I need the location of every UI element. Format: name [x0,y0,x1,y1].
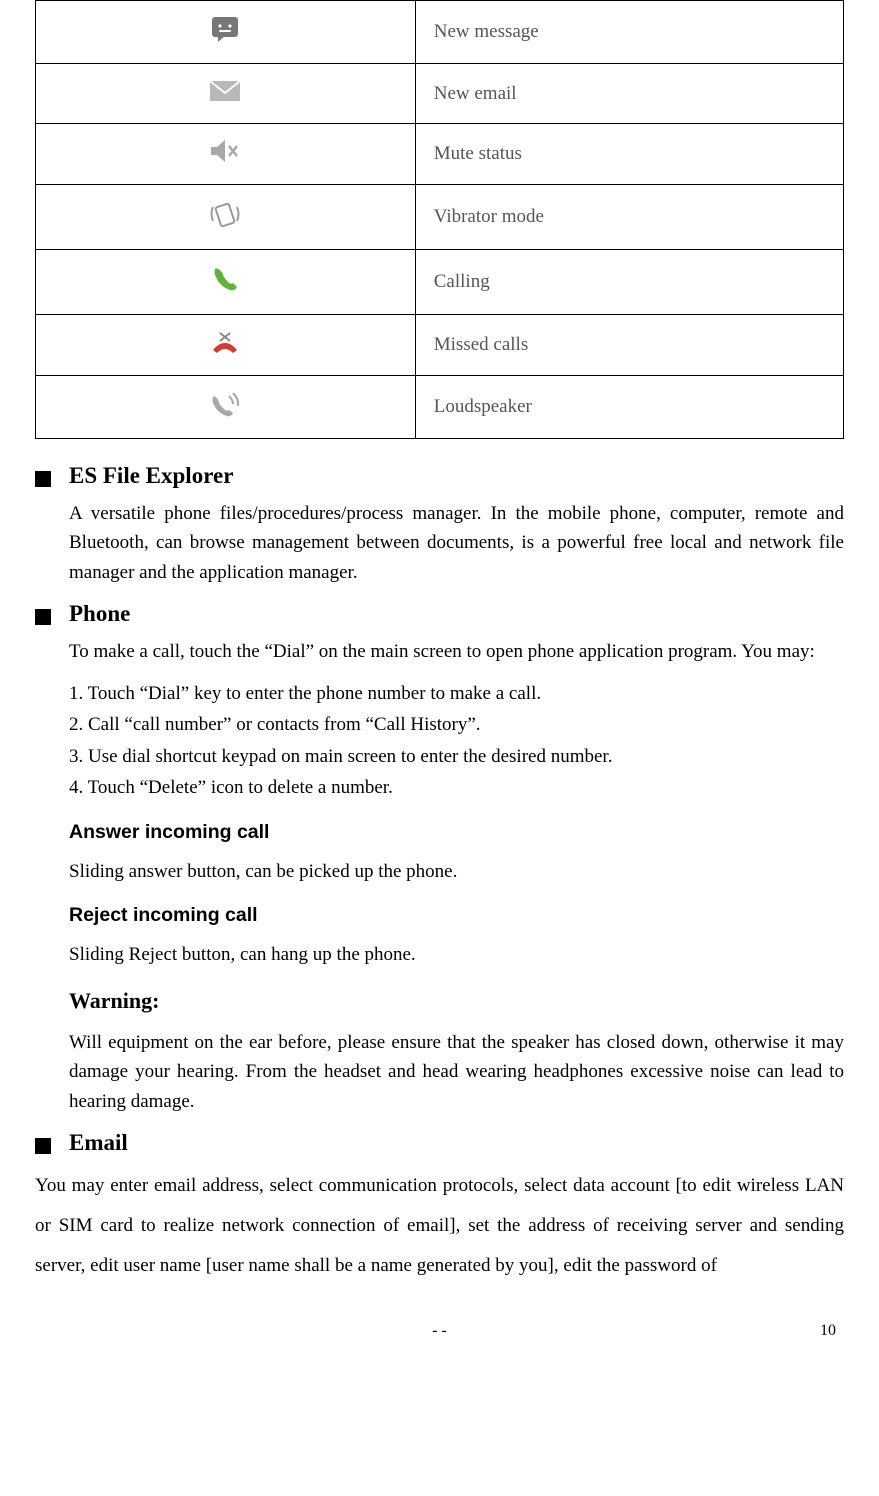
icon-cell [36,1,416,64]
phone-step: 2. Call “call number” or contacts from “… [69,710,844,739]
footer-dash: - - [83,1322,796,1340]
icon-label: Vibrator mode [415,185,843,250]
icon-cell [36,315,416,376]
section-title: Email [69,1130,128,1156]
page-footer: - - 10 [35,1322,844,1340]
icon-cell [36,64,416,124]
icon-cell [36,185,416,250]
table-row: New email [36,64,844,124]
loudspeaker-icon [209,390,241,424]
icon-label: New message [415,1,843,64]
table-row: Calling [36,250,844,315]
es-body: A versatile phone files/procedures/proce… [69,499,844,587]
reject-heading: Reject incoming call [69,900,844,930]
table-row: Vibrator mode [36,185,844,250]
section-header-es: ES File Explorer [35,463,844,489]
phone-step: 3. Use dial shortcut keypad on main scre… [69,742,844,771]
table-row: New message [36,1,844,64]
section-title: Phone [69,601,130,627]
table-row: Loudspeaker [36,376,844,439]
section-header-email: Email [35,1130,844,1156]
status-icons-table: New message New email [35,0,844,439]
icon-cell [36,124,416,185]
icon-label: Loudspeaker [415,376,843,439]
phone-intro: To make a call, touch the “Dial” on the … [69,637,844,666]
icon-cell [36,376,416,439]
answer-heading: Answer incoming call [69,817,844,847]
section-header-phone: Phone [35,601,844,627]
calling-icon [210,264,240,300]
reject-body: Sliding Reject button, can hang up the p… [69,940,844,969]
email-body: You may enter email address, select comm… [35,1166,844,1286]
section-title: ES File Explorer [69,463,233,489]
icon-label: Mute status [415,124,843,185]
table-row: Mute status [36,124,844,185]
answer-body: Sliding answer button, can be picked up … [69,857,844,886]
bullet-square-icon [35,609,51,625]
mute-icon [209,138,241,170]
icon-label: Missed calls [415,315,843,376]
warning-body: Will equipment on the ear before, please… [69,1028,844,1116]
phone-step: 4. Touch “Delete” icon to delete a numbe… [69,773,844,802]
page-number: 10 [796,1322,836,1340]
table-row: Missed calls [36,315,844,376]
message-icon [210,15,240,49]
icon-label: New email [415,64,843,124]
vibrate-icon [207,199,243,235]
icon-cell [36,250,416,315]
email-icon [209,80,241,108]
warning-heading: Warning: [69,984,844,1018]
phone-step: 1. Touch “Dial” key to enter the phone n… [69,679,844,708]
missed-call-icon [209,329,241,361]
bullet-square-icon [35,1138,51,1154]
document-page: New message New email [0,0,879,1380]
bullet-square-icon [35,471,51,487]
icon-label: Calling [415,250,843,315]
